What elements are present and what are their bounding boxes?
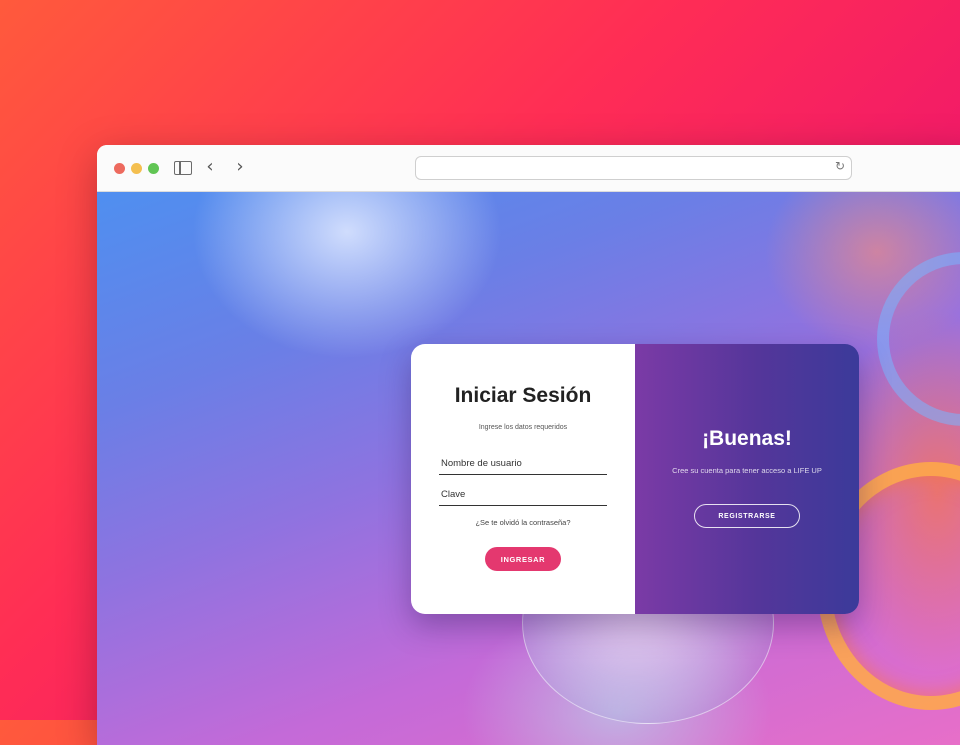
- reload-icon[interactable]: ↻: [835, 159, 845, 173]
- close-window-button[interactable]: [114, 163, 125, 174]
- address-bar[interactable]: ↻: [415, 156, 852, 180]
- password-input[interactable]: [439, 483, 607, 506]
- forward-arrow-icon[interactable]: ›: [231, 157, 249, 177]
- minimize-window-button[interactable]: [131, 163, 142, 174]
- stethoscope-tube-image: [877, 252, 960, 426]
- forgot-password-link[interactable]: ¿Se te olvidó la contraseña?: [411, 518, 635, 527]
- welcome-panel: ¡Buenas! Cree su cuenta para tener acces…: [635, 344, 859, 614]
- page-content: Iniciar Sesión Ingrese los datos requeri…: [97, 192, 960, 745]
- login-subtitle: Ingrese los datos requeridos: [478, 424, 568, 431]
- browser-window: ‹ › ↻ Iniciar Sesión Ingrese los datos r…: [97, 145, 960, 745]
- sidebar-toggle-icon[interactable]: [174, 161, 192, 175]
- username-input[interactable]: [439, 452, 607, 475]
- welcome-title: ¡Buenas!: [702, 427, 792, 450]
- back-arrow-icon[interactable]: ‹: [201, 157, 219, 177]
- auth-card: Iniciar Sesión Ingrese los datos requeri…: [411, 344, 859, 614]
- welcome-text: Cree su cuenta para tener acceso a LIFE …: [672, 466, 822, 475]
- login-button[interactable]: INGRESAR: [485, 547, 561, 571]
- register-button[interactable]: REGISTRARSE: [694, 504, 800, 528]
- browser-titlebar: ‹ › ↻: [97, 145, 960, 192]
- login-panel: Iniciar Sesión Ingrese los datos requeri…: [411, 344, 635, 614]
- login-title: Iniciar Sesión: [454, 384, 592, 407]
- maximize-window-button[interactable]: [148, 163, 159, 174]
